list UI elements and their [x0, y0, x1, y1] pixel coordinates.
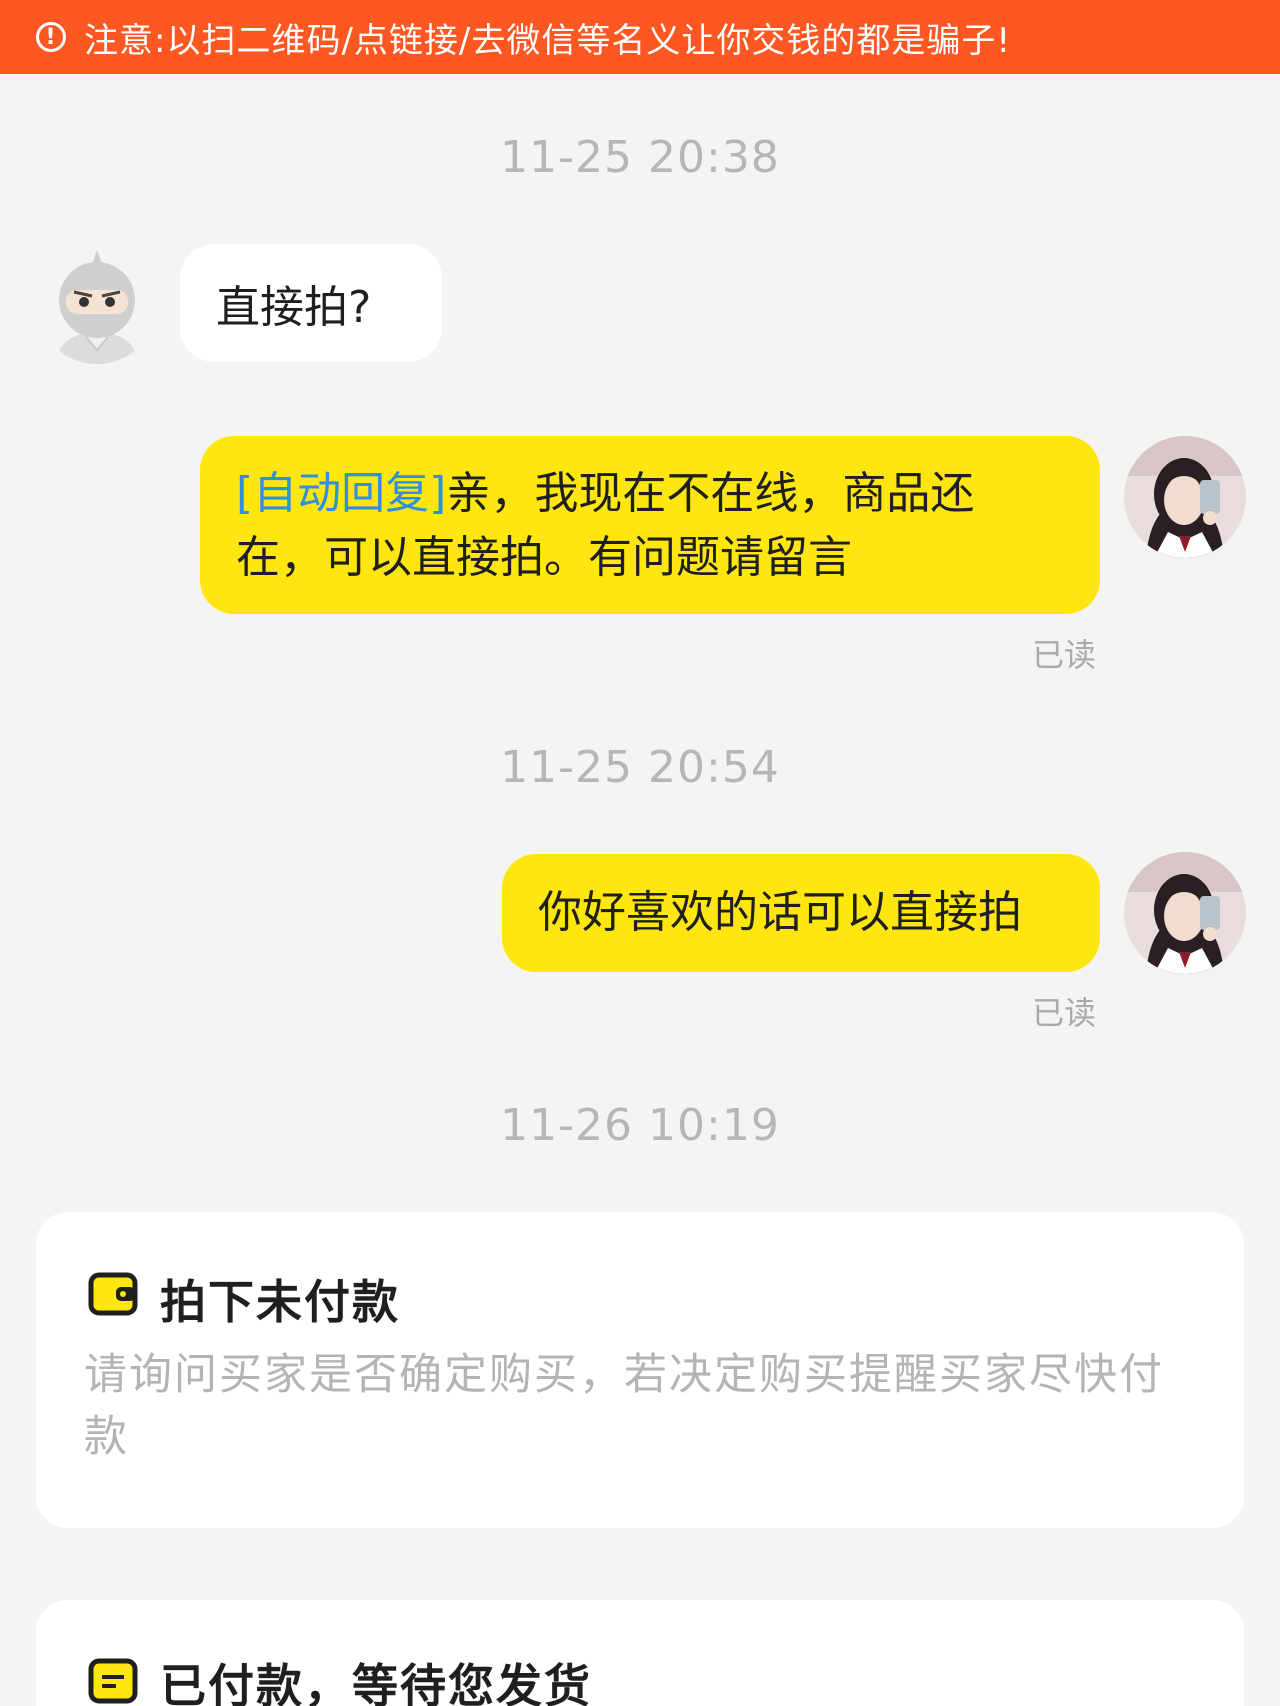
auto-reply-text-1: 亲，我现在不在线，商品还	[446, 468, 975, 519]
auto-reply-line-1: [自动回复]亲，我现在不在线，商品还	[236, 462, 1064, 526]
message-timestamp: 11-25 20:54	[500, 742, 780, 793]
auto-reply-text-2: 在，可以直接拍。有问题请留言	[236, 532, 852, 583]
message-timestamp: 11-26 10:19	[500, 1100, 780, 1151]
seller-avatar[interactable]	[1124, 852, 1246, 974]
ninja-avatar-icon	[56, 250, 138, 364]
alert-circle-icon: !	[36, 22, 66, 52]
scam-warning-bar: ! 注意:以扫二维码/点链接/去微信等名义让你交钱的都是骗子!	[0, 0, 1280, 74]
card-description: 请询问买家是否确定购买，若决定购买提醒买家尽快付款	[84, 1350, 1164, 1462]
read-status: 已读	[1032, 994, 1097, 1032]
read-status: 已读	[1032, 636, 1097, 674]
seller-avatar[interactable]	[1124, 436, 1246, 558]
auto-reply-tag: [自动回复]	[236, 468, 447, 519]
buyer-avatar[interactable]	[36, 242, 158, 364]
chat-page: ! 注意:以扫二维码/点链接/去微信等名义让你交钱的都是骗子! 11-25 20…	[0, 0, 1280, 1706]
seller-photo	[1124, 436, 1246, 558]
message-timestamp: 11-25 20:38	[500, 132, 780, 183]
order-status-card-unpaid[interactable]: 拍下未付款 请询问买家是否确定购买，若决定购买提醒买家尽快付款	[36, 1212, 1244, 1528]
seller-photo	[1124, 852, 1246, 974]
buyer-message-text: 直接拍?	[216, 282, 372, 333]
package-icon	[88, 1658, 138, 1704]
seller-auto-reply-bubble[interactable]: [自动回复]亲，我现在不在线，商品还 在，可以直接拍。有问题请留言	[200, 436, 1100, 614]
card-title: 已付款，等待您发货	[160, 1659, 592, 1706]
seller-message-bubble[interactable]: 你好喜欢的话可以直接拍	[502, 854, 1100, 972]
wallet-icon	[88, 1272, 138, 1316]
order-status-card-paid[interactable]: 已付款，等待您发货	[36, 1600, 1244, 1706]
seller-message-text: 你好喜欢的话可以直接拍	[538, 887, 1022, 938]
scam-warning-text: 注意:以扫二维码/点链接/去微信等名义让你交钱的都是骗子!	[84, 20, 1011, 61]
card-title: 拍下未付款	[160, 1275, 400, 1329]
buyer-message-bubble[interactable]: 直接拍?	[180, 244, 442, 362]
